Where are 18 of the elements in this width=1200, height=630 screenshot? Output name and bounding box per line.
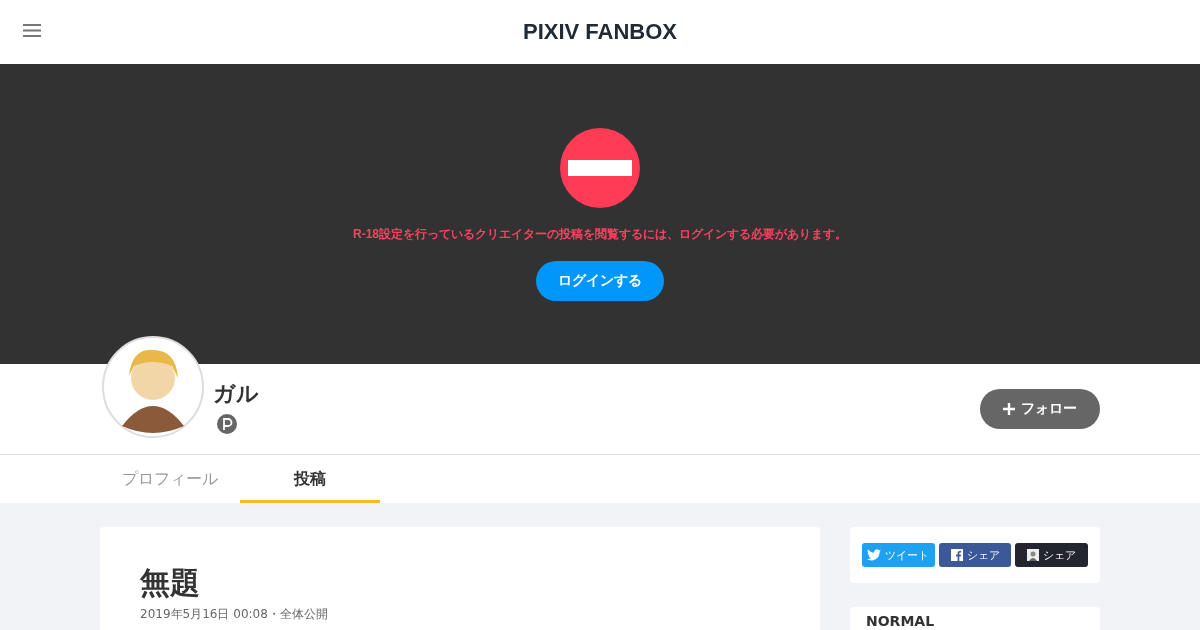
login-required-message: R-18設定を行っているクリエイターの投稿を閲覧するには、ログインする必要があります。 [353, 226, 847, 243]
no-entry-icon [560, 128, 640, 208]
follow-button[interactable]: フォロー [980, 389, 1100, 429]
fanbox-icon [1027, 549, 1040, 561]
fanbox-share-button[interactable]: シェア [1015, 543, 1088, 567]
avatar[interactable] [102, 336, 204, 438]
menu-icon[interactable] [22, 23, 42, 38]
bird-icon [867, 549, 882, 561]
post-title[interactable]: 無題 [140, 563, 780, 604]
facebook-share-button[interactable]: シェア [938, 543, 1012, 567]
tab[interactable]: 投稿 [240, 455, 380, 503]
pixiv-icon[interactable] [216, 413, 238, 435]
plan-title: NORMAL [866, 613, 935, 629]
logo[interactable]: PIXIV FANBOX [522, 19, 677, 45]
plus-icon [1003, 403, 1015, 415]
facebook-icon [950, 549, 963, 561]
creator-name: ガル [213, 380, 259, 408]
post-date: 2019年5月16日 00:08・全体公開 [140, 606, 329, 623]
